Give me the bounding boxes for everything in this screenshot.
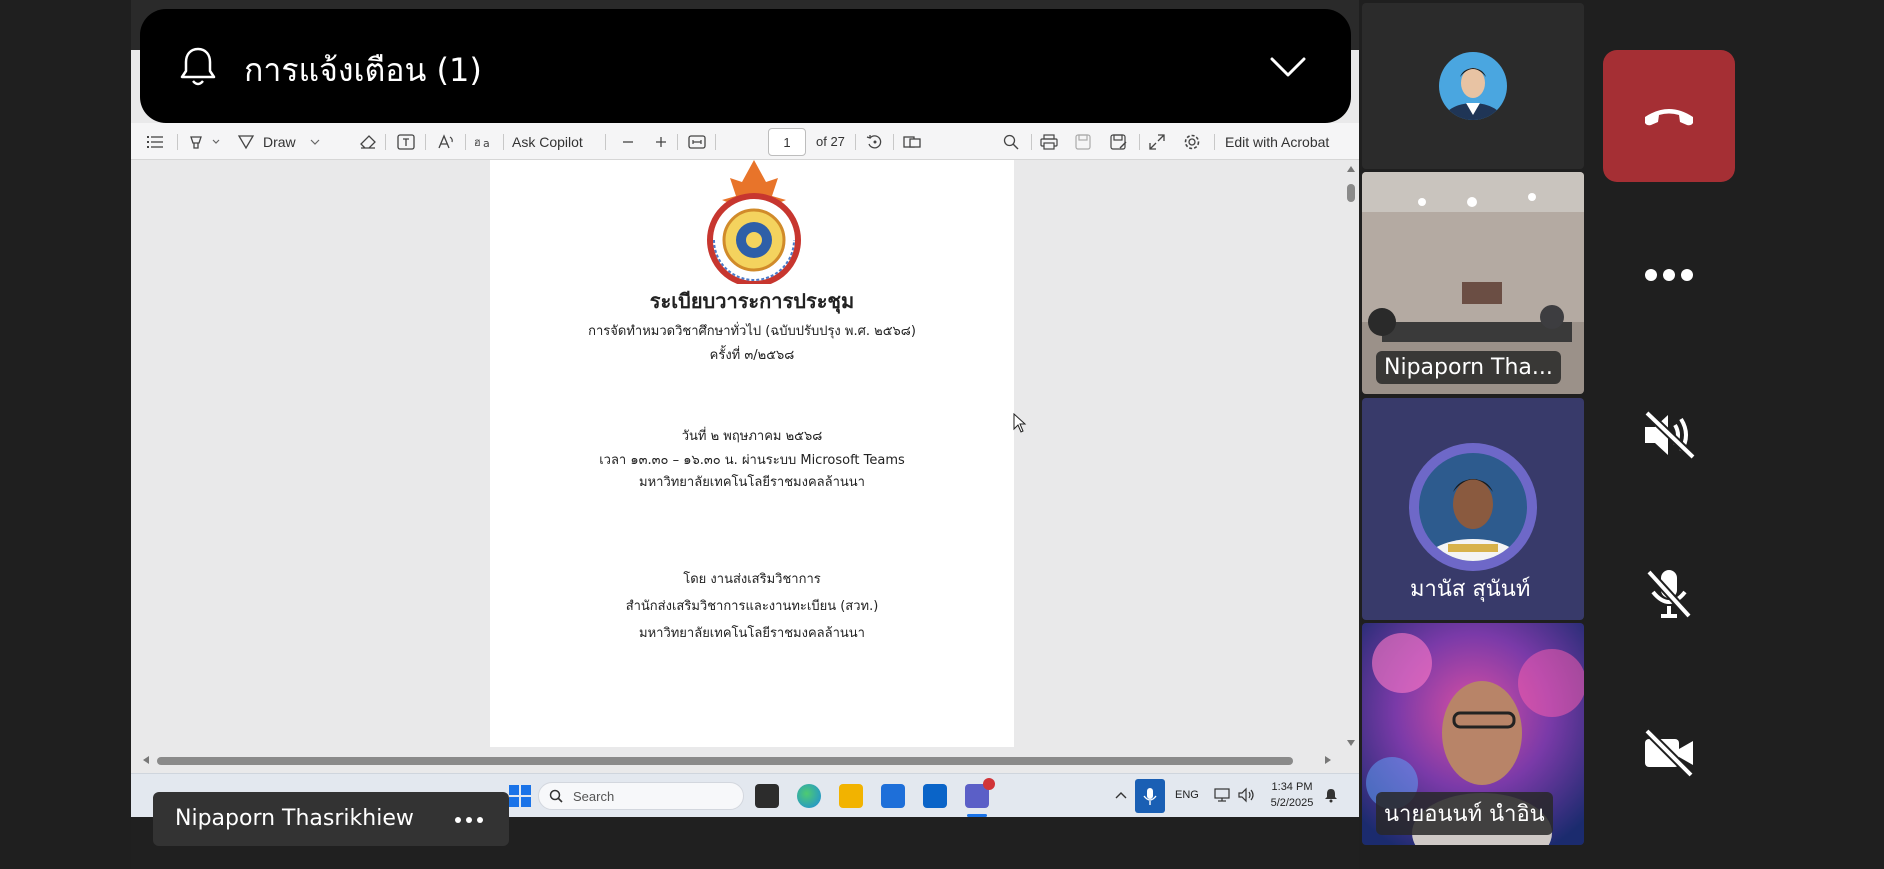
save-as-icon[interactable]: [1110, 123, 1128, 160]
edit-with-acrobat-button[interactable]: Edit with Acrobat: [1225, 123, 1329, 160]
rotate-icon[interactable]: [866, 123, 884, 160]
fullscreen-icon[interactable]: [1149, 123, 1165, 160]
document-date: วันที่ ๒ พฤษภาคม ๒๕๖๘: [681, 429, 823, 444]
read-aloud-icon[interactable]: [437, 123, 455, 160]
chevron-down-icon[interactable]: [1269, 55, 1307, 79]
print-icon[interactable]: [1040, 123, 1058, 160]
avatar: [1439, 52, 1507, 120]
participant-name: Nipaporn Tha...: [1376, 351, 1561, 384]
notifications-bell-icon[interactable]: [1323, 787, 1339, 803]
chevron-up-icon[interactable]: [1115, 791, 1127, 799]
teams-notification-badge: [983, 778, 995, 790]
more-actions-button[interactable]: [1603, 209, 1735, 341]
taskbar-search[interactable]: Search: [538, 782, 744, 810]
active-app-indicator: [967, 814, 987, 817]
mouse-cursor-icon: [1013, 413, 1027, 433]
microphone-muted-icon: [1646, 569, 1692, 619]
phone-hangup-icon: [1645, 109, 1693, 126]
horizontal-scroll-thumb[interactable]: [157, 757, 1293, 765]
document-university-2: มหาวิทยาลัยเทคโนโลยีราชมงคลล้านนา: [639, 626, 865, 641]
university-seal-logo: [707, 160, 801, 284]
pdf-page: ระเบียบวาระการประชุม การจัดทำหมวดวิชาศึก…: [490, 160, 1014, 747]
zoom-in-icon[interactable]: [655, 123, 667, 160]
scroll-down-icon[interactable]: [1347, 740, 1355, 746]
edge-browser-icon[interactable]: [797, 784, 821, 808]
notification-text: การแจ้งเตือน (1): [244, 51, 482, 89]
scroll-left-icon[interactable]: [143, 756, 149, 764]
page-view-icon[interactable]: [903, 123, 921, 160]
bell-icon: [180, 47, 216, 86]
camera-toggle-button[interactable]: [1603, 687, 1735, 819]
document-subtitle: การจัดทำหมวดวิชาศึกษาทั่วไป (ฉบับปรับปรุ…: [588, 324, 916, 339]
presenter-name: Nipaporn Thasrikhiew: [175, 806, 414, 831]
document-office: สำนักส่งเสริมวิชาการและงานทะเบียน (สวท.): [625, 599, 879, 614]
participant-tile-3[interactable]: มานัส สุนันท์: [1362, 398, 1584, 620]
taskbar-search-placeholder: Search: [573, 788, 615, 804]
draw-label: Draw: [263, 133, 296, 150]
participant-name: มานัส สุนันท์: [1410, 577, 1531, 602]
task-view-icon[interactable]: [755, 784, 779, 808]
document-university: มหาวิทยาลัยเทคโนโลยีราชมงคลล้านนา: [639, 475, 865, 490]
toc-icon[interactable]: [147, 123, 163, 160]
volume-icon[interactable]: [1237, 787, 1255, 803]
vertical-scrollbar[interactable]: [1343, 160, 1359, 750]
draw-button[interactable]: Draw: [237, 123, 322, 160]
document-time: เวลา ๑๓.๓๐ – ๑๖.๓๐ น. ผ่านระบบ Microsoft…: [599, 453, 905, 468]
scroll-right-icon[interactable]: [1325, 756, 1331, 764]
speaker-muted-icon: [1644, 410, 1696, 460]
participant-tile-4[interactable]: นายอนนท์ นำอิน: [1362, 623, 1584, 845]
eraser-icon[interactable]: [359, 123, 377, 160]
more-options-icon: [1645, 269, 1693, 281]
pdf-toolbar: Draw ฮa Ask Copilot 1 of 27 Edit with Ac…: [131, 123, 1359, 160]
save-icon[interactable]: [1075, 123, 1091, 160]
page-number-input[interactable]: 1: [768, 128, 806, 156]
document-by: โดย งานส่งเสริมวิชาการ: [683, 572, 821, 587]
find-icon[interactable]: [1003, 123, 1019, 160]
translate-icon[interactable]: ฮa: [474, 123, 494, 160]
windows-start-icon[interactable]: [509, 785, 531, 807]
teams-meeting-window: การแจ้งเตือน (1) Draw ฮa Ask Copilot 1 o…: [0, 0, 1884, 869]
page-total: of 27: [816, 134, 845, 149]
zoom-out-icon[interactable]: [622, 123, 634, 160]
settings-gear-icon[interactable]: [1183, 123, 1201, 160]
horizontal-scrollbar[interactable]: [131, 752, 1343, 768]
hang-up-button[interactable]: [1603, 50, 1735, 182]
chevron-down-icon: [310, 139, 320, 145]
camera-off-icon: [1644, 729, 1694, 777]
fit-page-icon[interactable]: [688, 123, 706, 160]
participant-tile-1[interactable]: [1362, 3, 1584, 169]
teams-icon[interactable]: [965, 778, 995, 808]
draw-icon: [237, 134, 255, 149]
svg-text:ฮ: ฮ: [474, 136, 481, 149]
participant-name: นายอนนท์ นำอิน: [1376, 792, 1553, 835]
outlook-icon[interactable]: [923, 784, 947, 808]
speaker-toggle-button[interactable]: [1603, 369, 1735, 501]
notification-banner[interactable]: การแจ้งเตือน (1): [140, 9, 1351, 123]
text-box-icon[interactable]: [397, 123, 415, 160]
network-icon[interactable]: [1214, 787, 1232, 803]
document-title: ระเบียบวาระการประชุม: [649, 289, 855, 313]
avatar: [1409, 443, 1537, 571]
search-icon: [549, 789, 563, 803]
participant-tile-2[interactable]: Nipaporn Tha...: [1362, 172, 1584, 394]
more-options-icon[interactable]: [455, 817, 483, 823]
ask-copilot-button[interactable]: Ask Copilot: [512, 123, 583, 160]
file-explorer-icon[interactable]: [839, 784, 863, 808]
edit-with-acrobat-label: Edit with Acrobat: [1225, 133, 1330, 150]
ask-copilot-label: Ask Copilot: [512, 133, 583, 150]
highlight-icon[interactable]: [189, 123, 221, 160]
vertical-scroll-thumb[interactable]: [1347, 184, 1355, 202]
microphone-toggle-button[interactable]: [1603, 528, 1735, 660]
microphone-tray-icon[interactable]: [1135, 779, 1165, 813]
scroll-up-icon[interactable]: [1347, 166, 1355, 172]
microsoft-store-icon[interactable]: [881, 784, 905, 808]
clock-date[interactable]: 5/2/2025: [1267, 797, 1317, 809]
document-session: ครั้งที่ ๓/๒๕๖๘: [709, 348, 795, 363]
language-indicator[interactable]: ENG: [1175, 789, 1199, 801]
svg-text:a: a: [483, 137, 490, 150]
clock-time[interactable]: 1:34 PM: [1267, 781, 1317, 793]
shared-screen-presenter-label[interactable]: Nipaporn Thasrikhiew: [153, 792, 509, 846]
